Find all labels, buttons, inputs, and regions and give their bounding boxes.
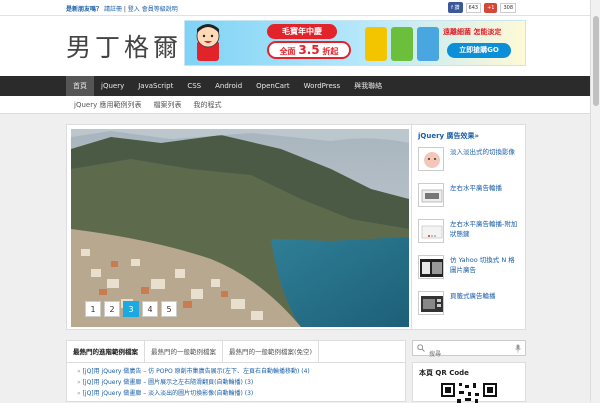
slider-page-button[interactable]: 1 (85, 301, 101, 317)
mascot-icon (196, 24, 220, 61)
search-input[interactable] (413, 347, 503, 362)
horizontal-carousel-thumbnail-icon (418, 183, 444, 207)
offer-suffix: 折起 (322, 47, 339, 56)
product-bottle-icon (391, 27, 413, 61)
member-links: 是新朋友嗎？ 請註冊 | 登入 會員等級說明 (66, 4, 178, 13)
slider-page-button[interactable]: 2 (104, 301, 120, 317)
list-item[interactable]: [jQ]用 jQuery 做畫廊 – 圖片展示之左右隨滑翻頁(自動輪播) (3) (77, 377, 395, 388)
carousel-status-thumbnail-icon (418, 219, 444, 243)
member-features-link[interactable]: 會員等級說明 (142, 6, 178, 13)
offer-number: 3.5 (298, 43, 320, 57)
list-item[interactable]: 左右水平廣告輪播 (418, 183, 519, 219)
top-bar: 是新朋友嗎？ 請註冊 | 登入 會員等級說明 f 讚 643 +1 308 (0, 0, 600, 16)
google-plus-count: 308 (500, 2, 516, 13)
sub-nav: jQuery 應用範例列表 檔案列表 我的程式 (0, 96, 600, 114)
facebook-like-button[interactable]: f 讚 (448, 2, 463, 13)
list-item[interactable]: 淡入淡出式的切換影像 (418, 147, 519, 183)
nav-item-wordpress[interactable]: WordPress (297, 76, 347, 96)
list-item[interactable]: [jQ]用 jQuery 做畫廊 – 淡入淡出的圖片切換影像(自動輪播) (3) (77, 388, 395, 399)
fade-thumbnail-icon (418, 147, 444, 171)
image-slider: 1 2 3 4 5 (66, 124, 412, 330)
site-logo[interactable]: 男丁格爾 (66, 28, 182, 64)
qr-code-icon (441, 383, 497, 403)
ad-effects-panel: jQuery 廣告效果» 淡入淡出式的切換影像 左右水平廣告輪播 左右水平廣告輪… (412, 124, 526, 330)
new-visitor-text: 是新朋友嗎？ (66, 6, 103, 13)
ad-banner[interactable]: 毛寶年中慶 全面 3.5 折起 遠離細菌 怎能淡定 立即搶購GO (184, 20, 526, 66)
product-bottle-icon (417, 27, 439, 61)
list-item[interactable]: 仿 Yahoo 切換式 N 格圖片廣告 (418, 255, 519, 291)
offer-prefix: 全面 (279, 47, 296, 56)
nav-item-css[interactable]: CSS (180, 76, 208, 96)
slider-pagination: 1 2 3 4 5 (85, 301, 177, 317)
tab-popular-general-free[interactable]: 最熱門的一般範例檔案(免空) (223, 341, 320, 362)
google-plus-button[interactable]: +1 (484, 2, 498, 13)
qr-code-panel: 本頁 QR Code (412, 362, 526, 403)
ad-effect-link[interactable]: 仿 Yahoo 切換式 N 格圖片廣告 (450, 255, 519, 275)
subnav-item-jquery-examples[interactable]: jQuery 應用範例列表 (74, 96, 141, 114)
yahoo-style-thumbnail-icon (418, 255, 444, 279)
slider-page-button-active[interactable]: 3 (123, 301, 139, 317)
nav-item-android[interactable]: Android (208, 76, 249, 96)
ad-effect-link[interactable]: 頁籤式廣告輪播 (450, 291, 496, 301)
coastal-town-image (71, 129, 409, 327)
ad-effect-link[interactable]: 淡入淡出式的切換影像 (450, 147, 515, 157)
login-link[interactable]: 登入 (128, 6, 140, 13)
page-scrollbar[interactable] (590, 0, 600, 402)
banner-headline: 毛寶年中慶 (267, 24, 337, 39)
subnav-item-file-list[interactable]: 檔案列表 (153, 96, 181, 114)
ad-effect-link[interactable]: 左右水平廣告輪播 (450, 183, 502, 193)
scrollbar-thumb[interactable] (593, 16, 599, 106)
list-item[interactable]: [jQ]用 jQuery 做廣告 – 仿 POPO 原創市集廣告展示(左下、左頁… (77, 366, 395, 377)
slider-page-button[interactable]: 5 (161, 301, 177, 317)
social-buttons: f 讚 643 +1 308 (448, 2, 516, 13)
search-icon (417, 344, 425, 352)
nav-item-opencart[interactable]: OpenCart (249, 76, 297, 96)
nav-item-javascript[interactable]: JavaScript (131, 76, 180, 96)
main-nav: 首頁 jQuery JavaScript CSS Android OpenCar… (0, 76, 600, 96)
subnav-item-my-programs[interactable]: 我的程式 (193, 96, 221, 114)
popular-files-tabs: 最熱門的進階範例檔案 最熱門的一般範例檔案 最熱門的一般範例檔案(免空) [jQ… (66, 340, 406, 402)
tab-bar: 最熱門的進階範例檔案 最熱門的一般範例檔案 最熱門的一般範例檔案(免空) (67, 341, 405, 363)
nav-item-jquery[interactable]: jQuery (94, 76, 131, 96)
product-bottle-icon (365, 27, 387, 61)
tab-popular-advanced[interactable]: 最熱門的進階範例檔案 (67, 341, 145, 362)
buy-now-button[interactable]: 立即搶購GO (447, 43, 511, 58)
banner-offer: 全面 3.5 折起 (267, 41, 351, 59)
tab-carousel-thumbnail-icon (418, 291, 444, 315)
slider-page-button[interactable]: 4 (142, 301, 158, 317)
nav-item-home[interactable]: 首頁 (66, 76, 94, 96)
qr-code-title: 本頁 QR Code (419, 369, 469, 377)
site-header: 男丁格爾 毛寶年中慶 全面 3.5 折起 遠離細菌 怎能淡定 立即搶購GO (0, 16, 600, 76)
tab-popular-general[interactable]: 最熱門的一般範例檔案 (145, 341, 223, 362)
nav-item-contact[interactable]: 與我聯絡 (347, 76, 389, 96)
ad-effects-title[interactable]: jQuery 廣告效果» (418, 131, 519, 141)
microphone-icon[interactable] (515, 344, 521, 353)
list-item[interactable]: 左右水平廣告輪播-附加狀態鍵 (418, 219, 519, 255)
banner-slogan: 遠離細菌 怎能淡定 (443, 28, 502, 36)
ad-effect-link[interactable]: 左右水平廣告輪播-附加狀態鍵 (450, 219, 519, 239)
popular-files-list: [jQ]用 jQuery 做廣告 – 仿 POPO 原創市集廣告展示(左下、左頁… (67, 363, 405, 402)
search-box (412, 340, 526, 362)
register-link[interactable]: 請註冊 (104, 6, 122, 13)
slider-photo[interactable]: 1 2 3 4 5 (71, 129, 409, 327)
list-item[interactable]: 頁籤式廣告輪播 (418, 291, 519, 327)
facebook-like-count: 643 (465, 2, 482, 13)
